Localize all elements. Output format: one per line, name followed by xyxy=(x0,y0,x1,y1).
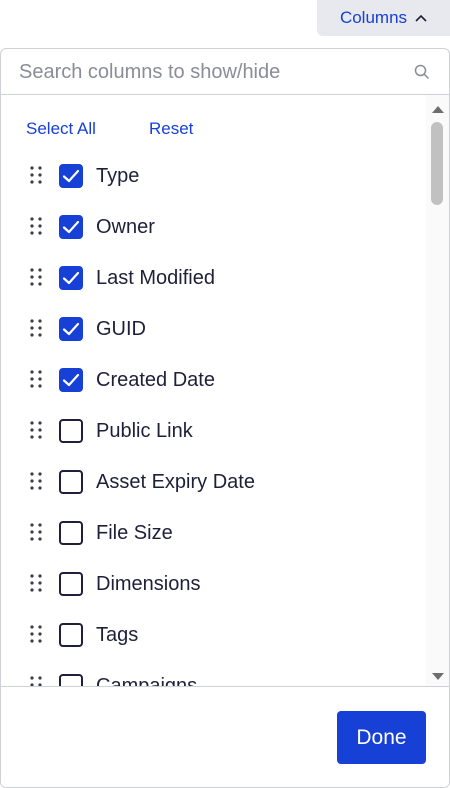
drag-handle-icon[interactable] xyxy=(30,523,42,546)
scrollbar-thumb[interactable] xyxy=(431,122,443,205)
column-row[interactable]: Asset Expiry Date xyxy=(1,455,426,506)
drag-handle-icon[interactable] xyxy=(30,319,42,342)
checkmark-icon xyxy=(62,220,80,234)
column-checkbox[interactable] xyxy=(59,419,83,443)
column-label: GUID xyxy=(96,318,146,340)
drag-handle-icon[interactable] xyxy=(30,472,42,495)
checkmark-icon xyxy=(62,271,80,285)
column-row[interactable]: File Size xyxy=(1,506,426,557)
column-label: Tags xyxy=(96,624,139,646)
column-checkbox[interactable] xyxy=(59,674,83,686)
columns-toggle-button[interactable]: Columns xyxy=(317,0,450,36)
column-row[interactable]: Public Link xyxy=(1,404,426,455)
drag-handle-icon[interactable] xyxy=(30,574,42,597)
column-row[interactable]: Tags xyxy=(1,608,426,659)
column-checkbox[interactable] xyxy=(59,521,83,545)
column-label: File Size xyxy=(96,522,173,544)
drag-handle-icon[interactable] xyxy=(30,421,42,444)
checkmark-icon xyxy=(62,322,80,336)
column-label: Type xyxy=(96,165,140,187)
column-checkbox[interactable] xyxy=(59,623,83,647)
panel-footer: Done xyxy=(1,686,449,787)
checkmark-icon xyxy=(62,169,80,183)
column-checkbox[interactable] xyxy=(59,164,83,188)
drag-handle-icon[interactable] xyxy=(30,370,42,393)
scroll-up-arrow-icon[interactable] xyxy=(431,101,445,119)
drag-handle-icon[interactable] xyxy=(30,166,42,189)
column-list: Type Owner Last Modified GUID Created Da… xyxy=(1,149,426,686)
column-label: Last Modified xyxy=(96,267,215,289)
column-row[interactable]: Owner xyxy=(1,200,426,251)
column-checkbox[interactable] xyxy=(59,266,83,290)
column-checkbox[interactable] xyxy=(59,368,83,392)
column-row[interactable]: Last Modified xyxy=(1,251,426,302)
column-label: Campaigns xyxy=(96,675,198,686)
drag-handle-icon[interactable] xyxy=(30,625,42,648)
column-row[interactable]: Dimensions xyxy=(1,557,426,608)
column-row[interactable]: GUID xyxy=(1,302,426,353)
chevron-up-icon xyxy=(415,14,427,22)
column-label: Public Link xyxy=(96,420,193,442)
column-label: Owner xyxy=(96,216,155,238)
column-label: Dimensions xyxy=(96,573,201,595)
checkmark-icon xyxy=(62,373,80,387)
list-scrollbar[interactable] xyxy=(426,95,449,686)
column-label: Asset Expiry Date xyxy=(96,471,255,493)
select-all-link[interactable]: Select All xyxy=(26,119,96,139)
drag-handle-icon[interactable] xyxy=(30,217,42,240)
column-row[interactable]: Type xyxy=(1,149,426,200)
search-bar xyxy=(1,49,449,95)
column-checkbox[interactable] xyxy=(59,470,83,494)
column-row[interactable]: Created Date xyxy=(1,353,426,404)
column-row[interactable]: Campaigns xyxy=(1,659,426,686)
columns-toggle-label: Columns xyxy=(339,8,408,27)
column-checkbox[interactable] xyxy=(59,572,83,596)
drag-handle-icon[interactable] xyxy=(30,676,42,686)
column-checkbox[interactable] xyxy=(59,317,83,341)
drag-handle-icon[interactable] xyxy=(30,268,42,291)
search-input[interactable] xyxy=(19,57,399,87)
column-checkbox[interactable] xyxy=(59,215,83,239)
search-icon[interactable] xyxy=(414,64,430,85)
column-chooser-panel: Select All Reset Type Owner xyxy=(0,48,450,788)
column-label: Created Date xyxy=(96,369,215,391)
done-button[interactable]: Done xyxy=(337,711,426,764)
scroll-down-arrow-icon[interactable] xyxy=(431,669,445,687)
reset-link[interactable]: Reset xyxy=(149,119,193,139)
